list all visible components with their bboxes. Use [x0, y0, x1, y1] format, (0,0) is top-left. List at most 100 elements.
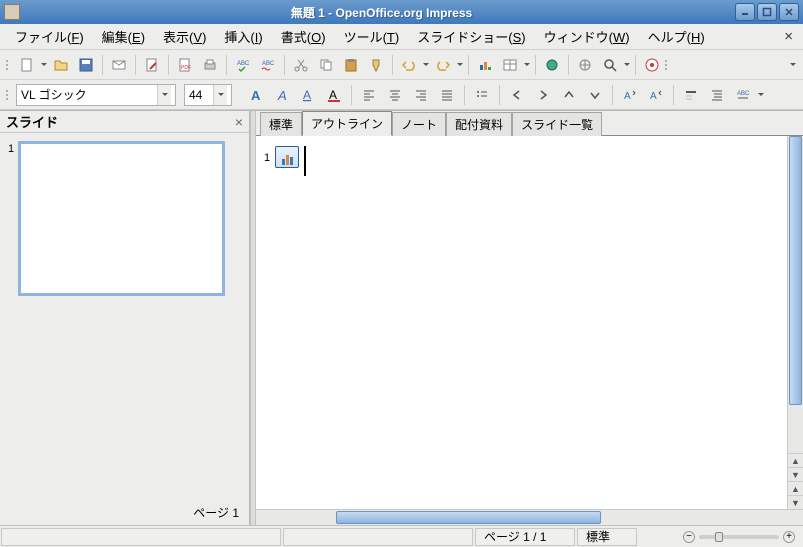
slide-panel-title: スライド — [6, 112, 58, 131]
redo-dropdown[interactable] — [456, 60, 464, 69]
move-up-button[interactable] — [557, 83, 581, 107]
navigator-button[interactable] — [573, 53, 597, 77]
export-pdf-button[interactable]: PDF — [173, 53, 197, 77]
new-button[interactable] — [15, 53, 39, 77]
table-button[interactable] — [498, 53, 522, 77]
tab-notes[interactable]: ノート — [392, 112, 446, 136]
chart-button[interactable] — [473, 53, 497, 77]
zoom-out-button[interactable]: − — [683, 531, 695, 543]
copy-button[interactable] — [314, 53, 338, 77]
menu-help[interactable]: ヘルプ(H) — [639, 24, 714, 49]
view-tabs: 標準 アウトライン ノート 配付資料 スライド一覧 — [256, 111, 803, 135]
zoom-dropdown[interactable] — [623, 60, 631, 69]
italic-button[interactable]: A — [270, 83, 294, 107]
thumb-number: 1 — [8, 143, 14, 155]
zoom-button[interactable] — [598, 53, 622, 77]
all-levels-button[interactable] — [705, 83, 729, 107]
menu-view[interactable]: 表示(V) — [154, 24, 215, 49]
hyperlink-button[interactable] — [540, 53, 564, 77]
format-paintbrush-button[interactable] — [364, 53, 388, 77]
save-button[interactable] — [74, 53, 98, 77]
table-dropdown[interactable] — [523, 60, 531, 69]
vertical-scrollbar[interactable]: ▲▼▲▼ — [787, 136, 803, 509]
text-cursor — [304, 146, 306, 176]
svg-text:A: A — [650, 91, 657, 102]
bullets-button[interactable] — [470, 83, 494, 107]
close-document-button[interactable]: × — [780, 28, 797, 45]
svg-text:A: A — [251, 88, 261, 103]
svg-text:A: A — [624, 91, 631, 102]
align-justify-button[interactable] — [435, 83, 459, 107]
outline-item-number: 1 — [264, 146, 270, 164]
menu-edit[interactable]: 編集(E) — [93, 24, 154, 49]
menu-bar: ファイル(F) 編集(E) 表示(V) 挿入(I) 書式(O) ツール(T) ス… — [0, 24, 803, 50]
slide-panel: スライド × 1 ページ 1 — [0, 111, 250, 525]
help-button[interactable] — [640, 53, 664, 77]
status-bar: ページ 1 / 1 標準 − + — [0, 525, 803, 547]
redo-button[interactable] — [431, 53, 455, 77]
window-title: 無題 1 - OpenOffice.org Impress — [28, 4, 735, 21]
slide-thumbnail[interactable] — [18, 141, 225, 296]
promote-button[interactable] — [505, 83, 529, 107]
font-name-combo[interactable]: VL ゴシック — [16, 84, 176, 106]
format-toolbar: VL ゴシック 44 A A A A A A ABC — [0, 80, 803, 110]
slide-thumbnails[interactable]: 1 — [0, 133, 249, 500]
page-info: ページ 1 — [0, 500, 249, 525]
toolbar-overflow[interactable] — [789, 60, 797, 69]
menu-window[interactable]: ウィンドウ(W) — [535, 24, 639, 49]
menu-insert[interactable]: 挿入(I) — [215, 24, 271, 49]
tab-slidesorter[interactable]: スライド一覧 — [512, 112, 602, 136]
move-down-button[interactable] — [583, 83, 607, 107]
tab-handout[interactable]: 配付資料 — [446, 112, 512, 136]
font-color-button[interactable]: A — [322, 83, 346, 107]
mail-button[interactable] — [107, 53, 131, 77]
cut-button[interactable] — [289, 53, 313, 77]
tab-normal[interactable]: 標準 — [260, 112, 302, 136]
app-icon — [4, 4, 20, 20]
new-dropdown[interactable] — [40, 60, 48, 69]
minimize-button[interactable] — [735, 3, 755, 21]
horizontal-scrollbar[interactable] — [256, 510, 787, 525]
zoom-slider[interactable] — [699, 535, 779, 539]
menu-format[interactable]: 書式(O) — [272, 24, 335, 49]
spellcheck-button[interactable]: ABC — [231, 53, 255, 77]
svg-text:A: A — [303, 88, 311, 102]
edit-file-button[interactable] — [140, 53, 164, 77]
standard-toolbar: PDF ABC ABC — [0, 50, 803, 80]
status-page: ページ 1 / 1 — [475, 528, 575, 546]
underline-button[interactable]: A — [296, 83, 320, 107]
svg-text:A: A — [329, 88, 337, 102]
print-button[interactable] — [198, 53, 222, 77]
align-center-button[interactable] — [383, 83, 407, 107]
title-bar: 無題 1 - OpenOffice.org Impress — [0, 0, 803, 24]
menu-tools[interactable]: ツール(T) — [335, 24, 409, 49]
undo-dropdown[interactable] — [422, 60, 430, 69]
demote-button[interactable] — [531, 83, 555, 107]
autospell-button[interactable]: ABC — [256, 53, 280, 77]
align-right-button[interactable] — [409, 83, 433, 107]
status-mode: 標準 — [577, 528, 637, 546]
menu-slideshow[interactable]: スライドショー(S) — [408, 24, 534, 49]
fmtbar-overflow[interactable] — [757, 90, 765, 99]
zoom-in-button[interactable]: + — [783, 531, 795, 543]
open-button[interactable] — [49, 53, 73, 77]
bold-button[interactable]: A — [244, 83, 268, 107]
status-cell-1 — [1, 528, 281, 546]
tab-outline[interactable]: アウトライン — [302, 111, 392, 136]
svg-text:A: A — [277, 88, 287, 103]
menu-file[interactable]: ファイル(F) — [6, 24, 93, 49]
svg-text:ABC: ABC — [737, 91, 750, 97]
increase-font-button[interactable]: A — [618, 83, 642, 107]
outline-canvas[interactable]: 1 — [256, 136, 787, 509]
undo-button[interactable] — [397, 53, 421, 77]
paste-button[interactable] — [339, 53, 363, 77]
first-level-button[interactable] — [679, 83, 703, 107]
maximize-button[interactable] — [757, 3, 777, 21]
close-panel-button[interactable]: × — [235, 114, 243, 130]
close-button[interactable] — [779, 3, 799, 21]
slide-icon[interactable] — [275, 146, 299, 168]
font-size-combo[interactable]: 44 — [184, 84, 232, 106]
align-left-button[interactable] — [357, 83, 381, 107]
formatting-button[interactable]: ABC — [731, 83, 755, 107]
decrease-font-button[interactable]: A — [644, 83, 668, 107]
